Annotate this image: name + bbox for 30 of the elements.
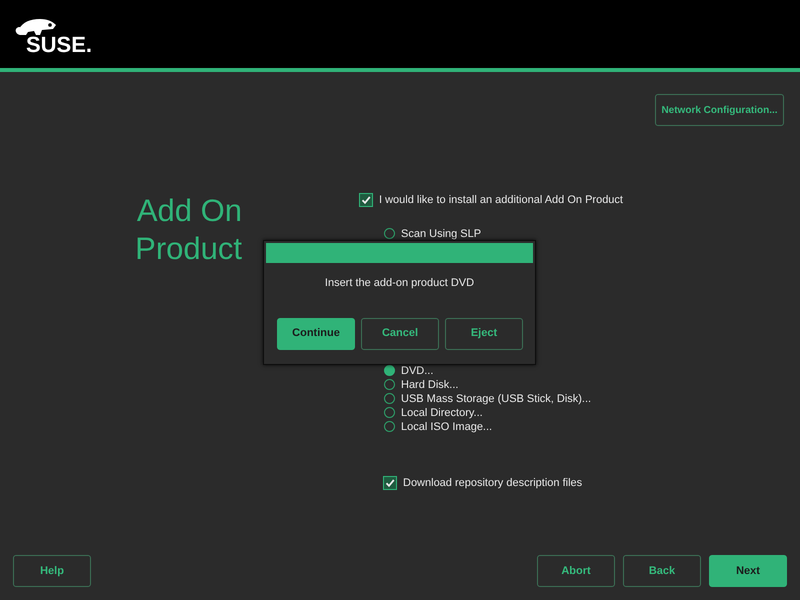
radio-button[interactable] xyxy=(384,421,395,432)
primary-button[interactable]: Next xyxy=(709,555,787,587)
radio-button[interactable] xyxy=(384,407,395,418)
radio-button[interactable] xyxy=(384,228,395,239)
outline-button[interactable]: Eject xyxy=(445,318,523,350)
outline-button[interactable]: Help xyxy=(13,555,91,587)
radio-button[interactable] xyxy=(384,365,395,376)
radio-label: USB Mass Storage (USB Stick, Disk)... xyxy=(401,392,592,406)
outline-button[interactable]: Cancel xyxy=(361,318,439,350)
checkbox[interactable] xyxy=(383,476,397,490)
radio-button[interactable] xyxy=(384,379,395,390)
logo-text: SUSE. xyxy=(26,35,92,55)
chameleon-icon xyxy=(14,17,58,37)
outline-button[interactable]: Back xyxy=(623,555,701,587)
radio-label: Local Directory... xyxy=(401,406,483,420)
checkmark-icon xyxy=(361,195,371,206)
radio-label: Local ISO Image... xyxy=(401,420,492,434)
checkbox[interactable] xyxy=(359,193,373,208)
dialog-message: Insert the add-on product DVD xyxy=(324,276,476,291)
checkbox-label: Download repository description files xyxy=(403,476,582,490)
outline-button[interactable]: Abort xyxy=(537,555,615,587)
radio-label: DVD... xyxy=(401,364,434,378)
network-configuration-button[interactable]: Network Configuration... xyxy=(655,94,784,126)
checkbox-label: I would like to install an additional Add On Product xyxy=(379,193,623,208)
radio-label: Hard Disk... xyxy=(401,378,458,392)
page-title: Add On Product xyxy=(134,192,242,268)
checkmark-icon xyxy=(385,478,395,488)
primary-button[interactable]: Continue xyxy=(277,318,355,350)
radio-button[interactable] xyxy=(384,393,395,404)
radio-label: Scan Using SLP xyxy=(401,226,482,240)
